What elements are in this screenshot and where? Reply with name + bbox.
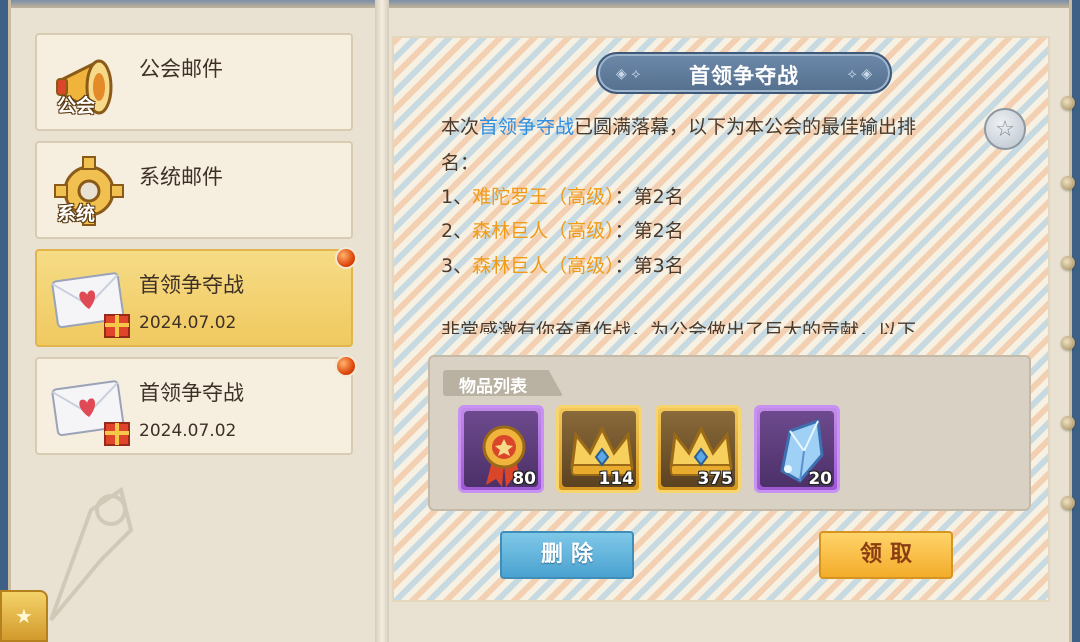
corner-menu-icon[interactable]: ★ — [0, 590, 48, 642]
rank-value: 第3名 — [633, 255, 684, 277]
mail-title-banner: ◈ ⟡ 首领争夺战 ⟡ ◈ — [596, 52, 892, 94]
mail-icon-caption: 公会 — [57, 95, 96, 117]
envelope-gift-icon — [51, 380, 130, 446]
item-count: 375 — [697, 469, 734, 489]
mail-detail-title: 首领争夺战 — [689, 64, 799, 88]
ranking-row: 2、森林巨人（高级）：第2名 — [441, 220, 684, 242]
mail-body-scroll-area[interactable]: 非常感激有你奋勇作战，为公会做出了巨大的贡献，以下 — [430, 312, 1010, 334]
mail-icon-caption: 系统 — [57, 203, 96, 225]
reward-item-crown[interactable]: 114 — [556, 405, 642, 493]
boss-name: 森林巨人（高级） — [472, 220, 615, 242]
item-count: 80 — [512, 469, 536, 489]
ranking-row: 1、难陀罗王（高级）：第2名 — [441, 186, 684, 208]
binder-ring — [1061, 176, 1075, 190]
binder-ring — [1061, 496, 1075, 510]
boss-name: 难陀罗王（高级） — [472, 186, 615, 208]
mail-item-system[interactable]: 系统 系统邮件 — [35, 141, 353, 239]
window-top-edge — [11, 0, 1069, 8]
unread-dot-icon — [335, 247, 357, 269]
favorite-star-button[interactable]: ☆ — [984, 108, 1026, 150]
star-icon: ☆ — [995, 116, 1015, 142]
mail-title: 公会邮件 — [139, 57, 223, 81]
banner-ornament-icon: ⟡ ◈ — [847, 66, 872, 82]
claim-button[interactable]: 领取 — [819, 531, 953, 579]
mail-date: 2024.07.02 — [139, 313, 237, 333]
mail-item-boss-battle-2[interactable]: 首领争夺战 2024.07.02 — [35, 355, 357, 455]
reward-item-crystal[interactable]: 20 — [754, 405, 840, 493]
items-list-tag: 物品列表 — [443, 370, 563, 396]
rank-value: 第2名 — [633, 220, 684, 242]
mail-title: 首领争夺战 — [139, 273, 244, 297]
mail-title: 首领争夺战 — [139, 381, 244, 405]
mail-body-line: 本次首领争夺战已圆满落幕，以下为本公会的最佳输出排 — [441, 116, 917, 138]
boss-name: 森林巨人（高级） — [472, 255, 615, 277]
mail-title: 系统邮件 — [139, 165, 223, 189]
binder-ring — [1061, 256, 1075, 270]
item-count: 20 — [808, 469, 832, 489]
background-sketch-icon — [49, 486, 134, 622]
book-spine — [375, 0, 389, 642]
envelope-gift-icon — [51, 272, 130, 338]
highlight-event-name: 首领争夺战 — [479, 116, 575, 138]
ranking-row: 3、森林巨人（高级）：第3名 — [441, 255, 684, 277]
mail-item-boss-battle-1[interactable]: 首领争夺战 2024.07.02 — [35, 247, 357, 347]
unread-dot-icon — [335, 355, 357, 377]
reward-item-medal[interactable]: 80 — [458, 405, 544, 493]
mail-body-line: 非常感激有你奋勇作战，为公会做出了巨大的贡献，以下 — [441, 320, 917, 334]
binder-ring — [1061, 96, 1075, 110]
binder-ring — [1061, 416, 1075, 430]
mail-body-line: 名： — [441, 152, 480, 174]
binder-ring — [1061, 336, 1075, 350]
reward-item-crown[interactable]: 375 — [655, 405, 741, 493]
item-count: 114 — [598, 469, 635, 489]
rank-value: 第2名 — [633, 186, 684, 208]
mail-date: 2024.07.02 — [139, 421, 237, 441]
items-list-label: 物品列表 — [459, 377, 527, 397]
delete-button[interactable]: 删除 — [500, 531, 634, 579]
mail-item-guild[interactable]: 公会 公会邮件 — [35, 33, 353, 131]
